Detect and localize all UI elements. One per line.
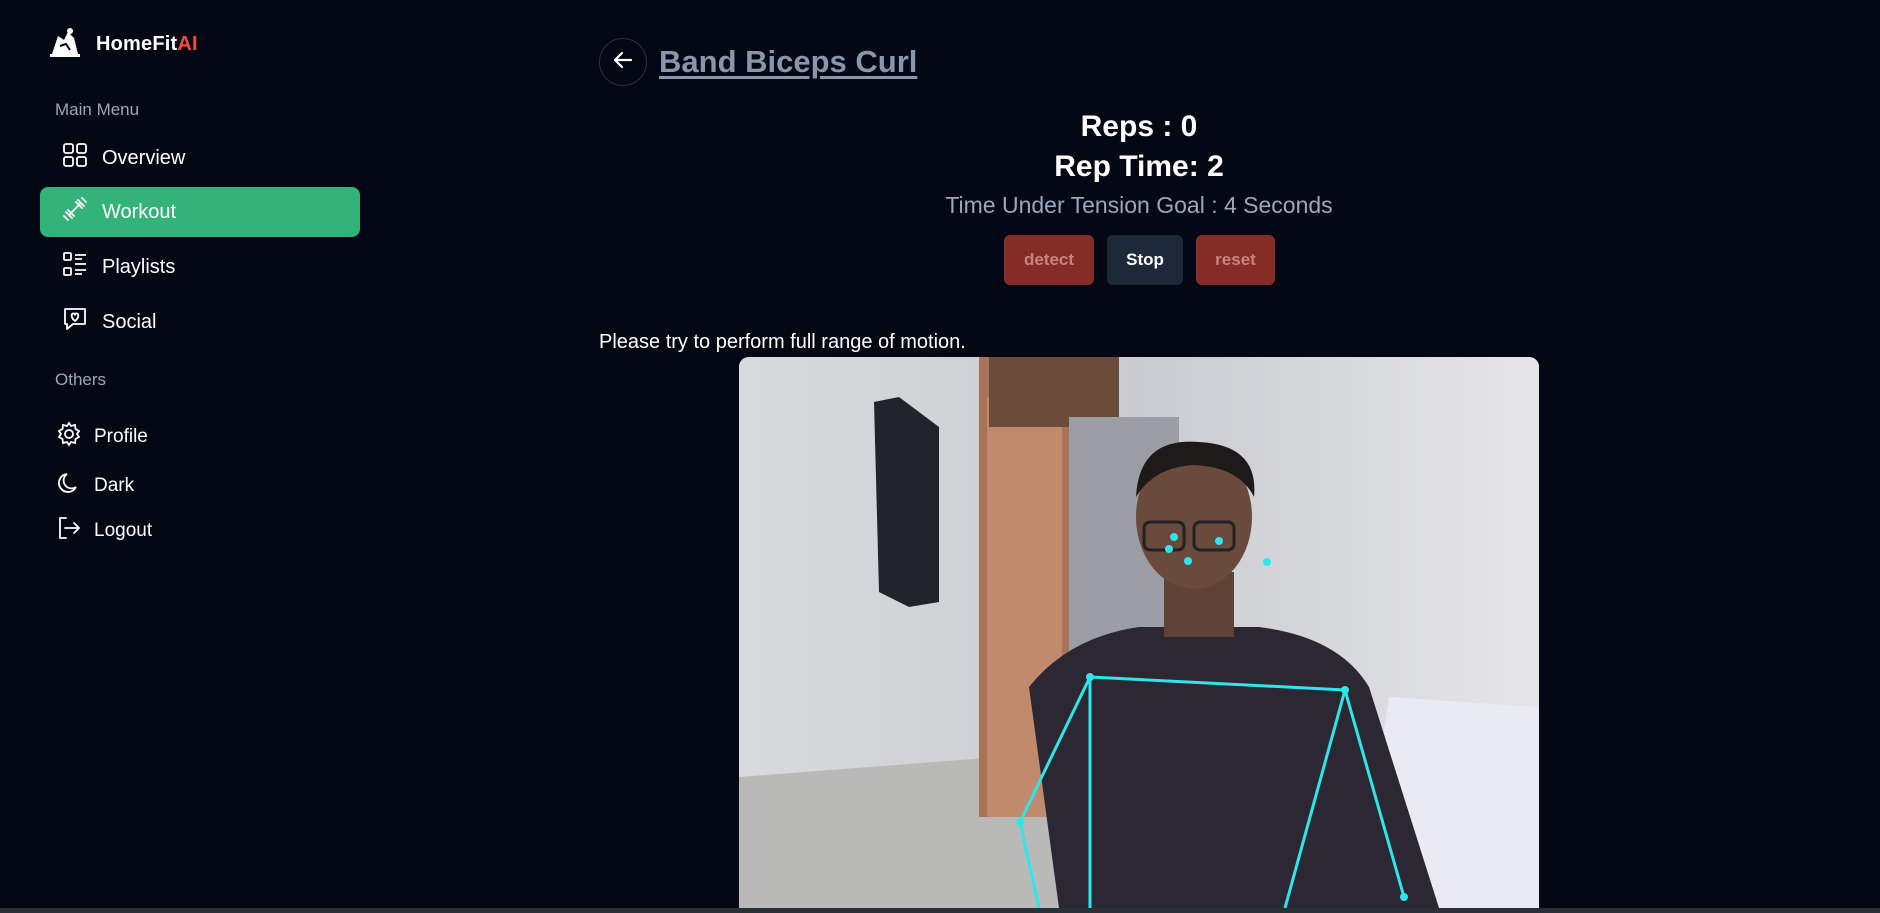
sidebar-item-profile[interactable]: Profile bbox=[40, 417, 360, 457]
back-button[interactable] bbox=[599, 38, 647, 86]
window-bottom-border bbox=[0, 908, 1880, 913]
sidebar-item-label: Workout bbox=[102, 200, 177, 223]
main-menu-label: Main Menu bbox=[55, 100, 140, 119]
moon-icon bbox=[56, 470, 82, 502]
reset-button[interactable]: reset bbox=[1196, 235, 1275, 285]
sidebar-item-overview[interactable]: Overview bbox=[40, 133, 360, 183]
reps-counter: Reps : 0 bbox=[1080, 110, 1198, 143]
chat-heart-icon bbox=[62, 306, 88, 338]
arrow-left-icon bbox=[611, 48, 635, 77]
pose-detection-view bbox=[739, 357, 1539, 908]
homefit-logo-icon bbox=[48, 26, 82, 63]
controls: detect Stop reset bbox=[1004, 235, 1275, 285]
webcam-feed bbox=[739, 357, 1539, 908]
sidebar-item-label: Social bbox=[102, 310, 157, 333]
theme-label: Dark bbox=[94, 475, 135, 496]
dumbbell-icon bbox=[62, 196, 88, 228]
logout-button[interactable]: Logout bbox=[40, 511, 360, 551]
logout-label: Logout bbox=[94, 520, 153, 541]
grid-icon bbox=[62, 142, 88, 174]
instruction-text: Please try to perform full range of moti… bbox=[599, 331, 966, 353]
tut-goal: Time Under Tension Goal : 4 Seconds bbox=[945, 192, 1333, 218]
app-name: HomeFitAI bbox=[96, 33, 198, 55]
exercise-title[interactable]: Band Biceps Curl bbox=[659, 44, 917, 80]
sidebar-item-social[interactable]: Social bbox=[40, 297, 360, 347]
stop-button[interactable]: Stop bbox=[1107, 235, 1183, 285]
sidebar-item-label: Profile bbox=[94, 426, 148, 447]
rep-time: Rep Time: 2 bbox=[1054, 150, 1224, 183]
sidebar-item-playlists[interactable]: Playlists bbox=[40, 242, 360, 292]
app-logo[interactable]: HomeFitAI bbox=[48, 26, 198, 63]
gear-icon bbox=[56, 421, 82, 453]
others-label: Others bbox=[55, 370, 107, 389]
sidebar-item-workout[interactable]: Workout bbox=[40, 187, 360, 237]
logout-icon bbox=[56, 515, 82, 547]
theme-toggle-dark[interactable]: Dark bbox=[40, 466, 360, 506]
detect-button[interactable]: detect bbox=[1004, 235, 1094, 285]
sidebar-item-label: Overview bbox=[102, 146, 186, 169]
sidebar-item-label: Playlists bbox=[102, 255, 176, 278]
list-icon bbox=[62, 251, 88, 283]
